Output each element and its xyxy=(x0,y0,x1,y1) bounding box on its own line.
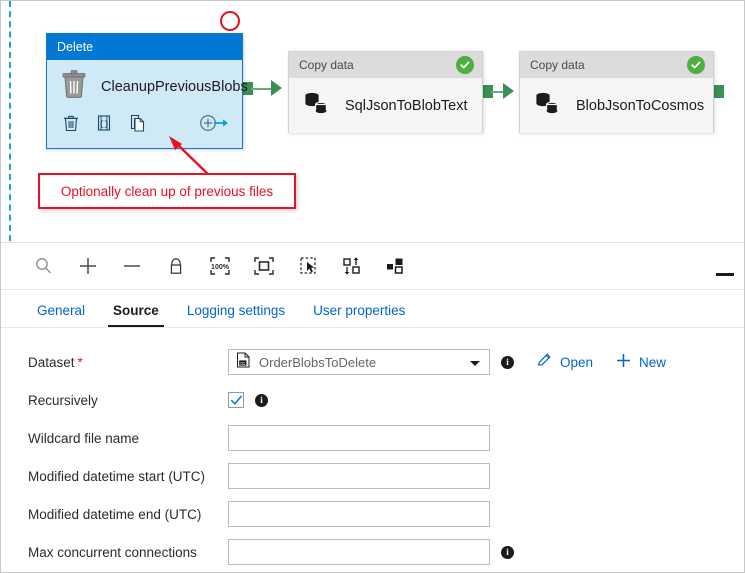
activity-node-name: BlobJsonToCosmos xyxy=(576,97,705,114)
fit-to-screen-icon[interactable] xyxy=(245,247,283,285)
status-success-icon xyxy=(687,56,705,74)
activity-node-header: Copy data xyxy=(289,52,482,78)
activity-node-type-label: Delete xyxy=(47,34,242,60)
modified-datetime-end-input[interactable] xyxy=(228,501,490,527)
zoom-100-percent-icon[interactable]: 100% xyxy=(201,247,239,285)
dataset-label: Dataset * xyxy=(28,355,228,370)
form-row-recursively: Recursively i xyxy=(1,381,744,419)
canvas-toolbar: 100% xyxy=(1,242,744,290)
new-label: New xyxy=(639,354,667,370)
tab-source[interactable]: Source xyxy=(99,303,173,327)
canvas-boundary-line xyxy=(9,1,11,241)
form-row-max-concurrent-connections: Max concurrent connections i xyxy=(1,533,744,571)
connector-output-port-copy2[interactable] xyxy=(713,85,724,98)
copy-data-database-icon xyxy=(534,90,562,121)
open-label: Open xyxy=(560,354,594,370)
dataset-selected-value: OrderBlobsToDelete xyxy=(259,354,377,370)
modified-datetime-start-input[interactable] xyxy=(228,463,490,489)
plus-icon xyxy=(615,352,632,372)
modified-datetime-end-control xyxy=(228,501,490,527)
annotation-callout: Optionally clean up of previous files xyxy=(38,173,296,209)
activity-node-copy-data-2[interactable]: Copy data BlobJsonToCosmos xyxy=(519,51,714,133)
activity-node-copy-data-1[interactable]: Copy data SqlJsonToBlobText xyxy=(288,51,483,133)
wildcard-file-name-input[interactable] xyxy=(228,425,490,451)
layout-icon[interactable] xyxy=(377,247,415,285)
status-success-icon xyxy=(456,56,474,74)
zoom-search-icon[interactable] xyxy=(25,247,63,285)
form-row-modified-datetime-start: Modified datetime start (UTC) xyxy=(1,457,744,495)
max-concurrent-connections-control: i xyxy=(228,539,514,565)
dataset-select[interactable]: 01 OrderBlobsToDelete xyxy=(228,349,490,375)
svg-text:100%: 100% xyxy=(211,264,230,271)
activity-node-body: SqlJsonToBlobText xyxy=(289,78,482,133)
modified-datetime-start-control xyxy=(228,463,490,489)
copy-data-database-icon xyxy=(303,90,331,121)
recursively-label: Recursively xyxy=(28,392,98,408)
new-dataset-button[interactable]: New xyxy=(615,352,666,372)
svg-text:{}: {} xyxy=(100,120,110,129)
dataset-file-icon: 01 xyxy=(236,352,250,373)
marquee-select-icon[interactable] xyxy=(289,247,327,285)
activity-node-type-label: Copy data xyxy=(299,58,354,72)
auto-align-icon[interactable] xyxy=(333,247,371,285)
tab-user-properties[interactable]: User properties xyxy=(299,303,419,327)
connector-arrow-2 xyxy=(503,83,514,99)
svg-text:01: 01 xyxy=(240,360,245,365)
annotation-circle xyxy=(220,11,240,31)
max-concurrent-connections-input[interactable] xyxy=(228,539,490,565)
activity-node-header: Copy data xyxy=(520,52,713,78)
required-marker: * xyxy=(77,354,83,370)
minimize-icon[interactable] xyxy=(716,273,734,276)
pencil-icon xyxy=(536,352,553,372)
activity-node-name: CleanupPreviousBlobs xyxy=(101,78,248,95)
zoom-out-icon[interactable] xyxy=(113,247,151,285)
wildcard-file-name-label: Wildcard file name xyxy=(28,430,140,446)
max-concurrent-connections-label: Max concurrent connections xyxy=(28,544,197,560)
activity-node-body: BlobJsonToCosmos xyxy=(520,78,713,133)
pipeline-activity-editor: Delete CleanupPreviousBlobs {} Copy data… xyxy=(0,0,745,573)
max-concurrent-connections-info-icon[interactable]: i xyxy=(501,545,514,559)
code-braces-icon[interactable]: {} xyxy=(94,112,114,134)
activity-node-type-label: Copy data xyxy=(530,58,585,72)
connector-arrow-1 xyxy=(271,80,282,96)
form-row-dataset: Dataset * 01 OrderBlobsToDelete i Open N… xyxy=(1,343,744,381)
dataset-info-icon[interactable]: i xyxy=(501,355,514,369)
copy-icon[interactable] xyxy=(128,112,148,134)
tab-logging-settings[interactable]: Logging settings xyxy=(173,303,299,327)
chevron-down-icon[interactable] xyxy=(470,361,480,366)
lock-icon[interactable] xyxy=(157,247,195,285)
pipeline-canvas[interactable]: Delete CleanupPreviousBlobs {} Copy data… xyxy=(1,1,744,241)
dataset-control: 01 OrderBlobsToDelete i Open New xyxy=(228,349,666,375)
recursively-info-icon[interactable]: i xyxy=(255,393,268,407)
dataset-label-text: Dataset xyxy=(28,354,75,370)
properties-tab-bar: General Source Logging settings User pro… xyxy=(1,290,744,328)
wildcard-file-name-control xyxy=(228,425,490,451)
trash-icon[interactable] xyxy=(61,112,81,134)
trash-large-icon xyxy=(61,70,87,103)
connector-line-1 xyxy=(251,88,273,90)
form-row-wildcard-file-name: Wildcard file name xyxy=(1,419,744,457)
modified-datetime-start-label: Modified datetime start (UTC) xyxy=(28,468,206,484)
open-dataset-button[interactable]: Open xyxy=(536,352,593,372)
annotation-callout-text: Optionally clean up of previous files xyxy=(60,183,274,199)
tab-general[interactable]: General xyxy=(23,303,99,327)
form-row-modified-datetime-end: Modified datetime end (UTC) xyxy=(1,495,744,533)
recursively-control: i xyxy=(228,392,268,408)
source-settings-form: Dataset * 01 OrderBlobsToDelete i Open N… xyxy=(1,331,744,571)
zoom-in-icon[interactable] xyxy=(69,247,107,285)
activity-node-name: SqlJsonToBlobText xyxy=(345,97,468,114)
activity-node-main-row: CleanupPreviousBlobs xyxy=(47,60,248,104)
recursively-checkbox[interactable] xyxy=(228,392,244,408)
modified-datetime-end-label: Modified datetime end (UTC) xyxy=(28,506,202,522)
